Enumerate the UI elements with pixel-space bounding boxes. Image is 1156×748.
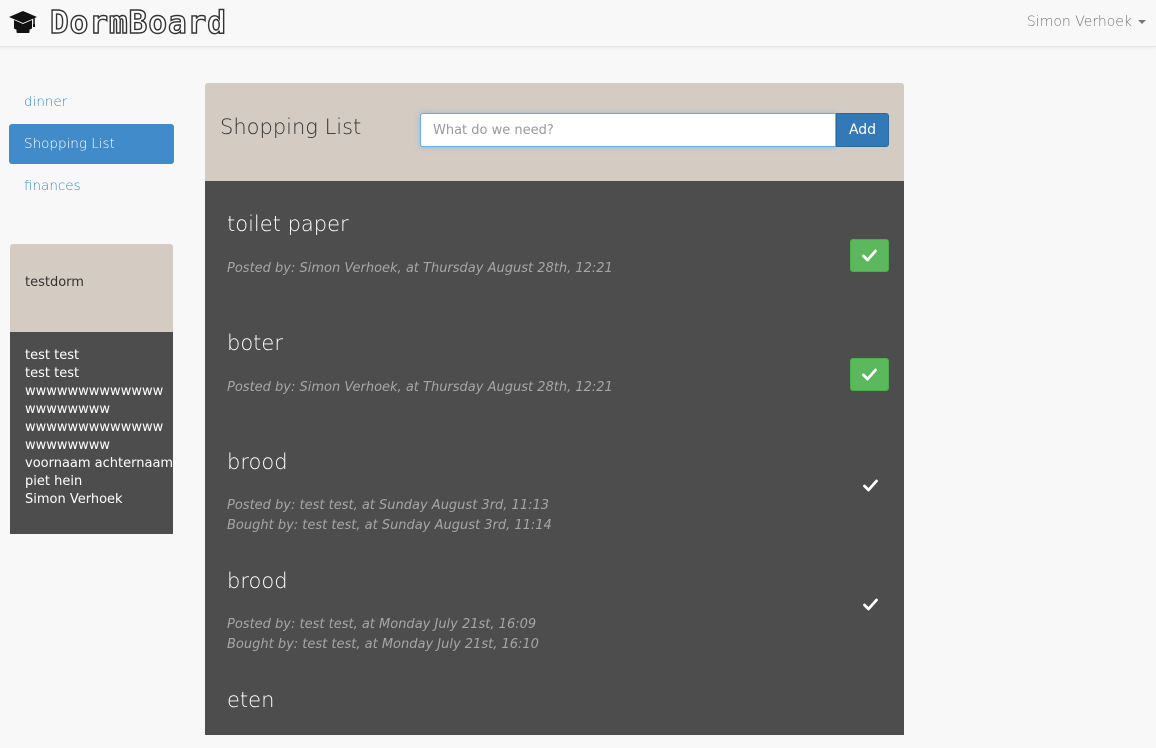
item-posted-info: Posted by: Simon Verhoek, at Thursday Au… bbox=[227, 261, 613, 276]
brand-link[interactable]: DormBoard bbox=[8, 4, 227, 42]
user-name: Simon Verhoek bbox=[1026, 14, 1132, 30]
bought-check-icon bbox=[863, 479, 878, 492]
check-icon bbox=[862, 249, 877, 262]
item-name: brood bbox=[227, 450, 288, 474]
caret-down-icon bbox=[1138, 20, 1146, 24]
dorm-members-list: test test test test wwwwwwwwwwwww wwwwww… bbox=[10, 332, 173, 534]
item-input[interactable] bbox=[420, 113, 836, 147]
sidebar-item-shopping-list[interactable]: Shopping List bbox=[9, 124, 174, 164]
item-posted-info: Posted by: test test, at Sunday August 3… bbox=[227, 498, 550, 513]
member-item: piet hein bbox=[25, 474, 83, 489]
user-menu-dropdown[interactable]: Simon Verhoek bbox=[1027, 14, 1146, 30]
panel-header: Shopping List Add bbox=[205, 83, 904, 181]
item-bought-info: Bought by: test test, at Monday July 21s… bbox=[227, 637, 539, 652]
list-item: toilet paper Posted by: Simon Verhoek, a… bbox=[205, 181, 904, 300]
item-name: brood bbox=[227, 569, 288, 593]
sidebar-item-finances[interactable]: finances bbox=[9, 166, 174, 206]
brand-title: DormBoard bbox=[49, 4, 227, 41]
add-button[interactable]: Add bbox=[836, 113, 889, 147]
list-item: brood Posted by: test test, at Sunday Au… bbox=[205, 419, 904, 538]
item-posted-info: Posted by: Simon Verhoek, at Thursday Au… bbox=[227, 380, 613, 395]
item-posted-info: Posted by: test test, at Monday July 21s… bbox=[227, 617, 537, 632]
shopping-items-list: toilet paper Posted by: Simon Verhoek, a… bbox=[205, 181, 904, 735]
dorm-name: testdorm bbox=[10, 244, 173, 332]
sidebar-nav: dinner Shopping List finances bbox=[9, 82, 174, 208]
sidebar-item-dinner[interactable]: dinner bbox=[9, 82, 174, 122]
check-icon bbox=[862, 368, 877, 381]
mark-bought-button[interactable] bbox=[850, 358, 889, 391]
bought-check-icon bbox=[863, 598, 878, 611]
member-item: wwwwwwww bbox=[25, 402, 111, 417]
item-name: boter bbox=[227, 331, 283, 355]
page-title: Shopping List bbox=[220, 115, 362, 139]
member-item: test test bbox=[25, 366, 80, 381]
graduation-cap-icon bbox=[9, 11, 37, 33]
item-name: eten bbox=[227, 688, 275, 712]
list-item: brood Posted by: test test, at Monday Ju… bbox=[205, 538, 904, 657]
member-item: test test bbox=[25, 348, 80, 363]
add-item-form: Add bbox=[420, 113, 889, 147]
list-item: boter Posted by: Simon Verhoek, at Thurs… bbox=[205, 300, 904, 419]
dorm-panel: testdorm test test test test wwwwwwwwwww… bbox=[10, 244, 173, 534]
mark-bought-button[interactable] bbox=[850, 239, 889, 272]
member-item: voornaam achternaam bbox=[25, 456, 174, 471]
member-item: wwwwwwwwwwwww bbox=[25, 384, 164, 399]
member-item: Simon Verhoek bbox=[25, 492, 123, 507]
navbar: DormBoard Simon Verhoek bbox=[0, 0, 1156, 47]
item-name: toilet paper bbox=[227, 212, 349, 236]
member-item: wwwwwwww bbox=[25, 438, 111, 453]
shopping-list-panel: Shopping List Add toilet paper Posted by… bbox=[205, 83, 904, 735]
item-bought-info: Bought by: test test, at Sunday August 3… bbox=[227, 518, 552, 533]
list-item: eten bbox=[205, 657, 904, 735]
member-item: wwwwwwwwwwwww bbox=[25, 420, 164, 435]
